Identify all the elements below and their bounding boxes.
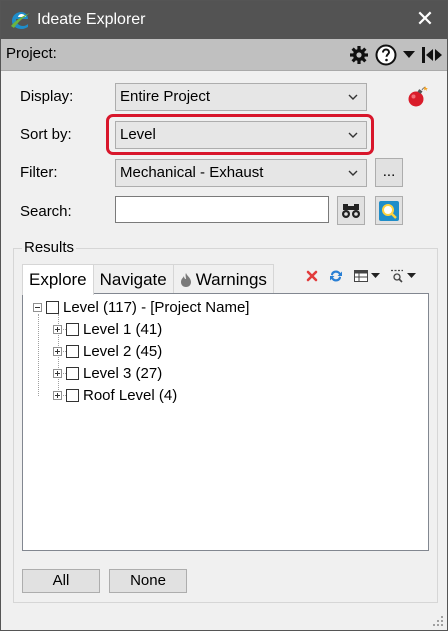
filter-dropdown[interactable]: Mechanical - Exhaust — [115, 159, 367, 187]
collapse-icon[interactable] — [33, 302, 42, 312]
tree-node-checkbox[interactable] — [66, 322, 79, 336]
chevron-down-icon — [348, 170, 358, 176]
tab-explore-label: Explore — [29, 270, 87, 289]
tab-navigate[interactable]: Navigate — [92, 264, 174, 294]
zoom-to-button[interactable] — [375, 196, 403, 225]
tree-node-label: Level 1 (41) — [83, 320, 163, 338]
filter-value: Mechanical - Exhaust — [120, 164, 264, 181]
refresh-button[interactable] — [328, 268, 344, 284]
expand-icon[interactable] — [53, 390, 62, 400]
tree-node-checkbox[interactable] — [66, 344, 79, 358]
expand-icon[interactable] — [53, 368, 62, 378]
results-tree[interactable]: Level (117) - [Project Name] Level 1 (41… — [22, 293, 429, 551]
select-all-button[interactable]: All — [22, 569, 100, 593]
tree-node-label: Level (117) - [Project Name] — [63, 298, 250, 316]
caret-down-icon — [403, 51, 415, 58]
ideate-logo-icon — [9, 9, 31, 31]
title-bar: Ideate Explorer ✕ — [1, 1, 447, 39]
tab-navigate-label: Navigate — [99, 269, 167, 289]
clear-results-button[interactable] — [306, 270, 318, 282]
root-checkbox[interactable] — [46, 300, 59, 314]
tab-warnings-label: Warnings — [195, 269, 267, 289]
select-none-button[interactable]: None — [109, 569, 187, 593]
collapse-panel-button[interactable] — [421, 45, 443, 65]
filter-options-label: ... — [382, 163, 396, 180]
table-view-icon — [354, 270, 368, 282]
display-dropdown[interactable]: Entire Project — [115, 83, 367, 111]
display-value: Entire Project — [120, 88, 211, 105]
tree-node-checkbox[interactable] — [66, 366, 79, 380]
results-title: Results — [22, 239, 77, 256]
sort-by-highlight — [106, 114, 374, 155]
expand-icon[interactable] — [53, 324, 62, 334]
tree-node-level-1[interactable]: Level 1 (41) — [53, 320, 162, 338]
search-filter-icon — [391, 269, 403, 283]
filter-options-button[interactable]: ... — [375, 158, 403, 187]
display-label: Display: — [20, 88, 74, 105]
project-label: Project: — [6, 45, 57, 62]
search-label: Search: — [20, 203, 72, 220]
help-icon — [375, 44, 397, 66]
expand-icon[interactable] — [53, 346, 62, 356]
tab-warnings[interactable]: Warnings — [172, 264, 274, 294]
filter-label: Filter: — [20, 164, 58, 181]
tree-node-level-2[interactable]: Level 2 (45) — [53, 342, 162, 360]
collapse-panel-icon — [422, 47, 442, 63]
tree-node-checkbox[interactable] — [66, 388, 79, 402]
refresh-icon — [330, 270, 342, 282]
delete-x-icon — [306, 270, 318, 282]
tree-node-root[interactable]: Level (117) - [Project Name] — [33, 298, 249, 316]
zoom-search-icon — [379, 201, 399, 221]
caret-down-icon — [407, 273, 416, 278]
project-toolbar — [349, 42, 443, 68]
fire-icon — [180, 272, 191, 287]
window-title: Ideate Explorer — [37, 11, 146, 28]
resize-grip-icon[interactable] — [432, 615, 444, 627]
settings-button[interactable] — [349, 45, 369, 65]
tab-explore[interactable]: Explore — [22, 264, 94, 295]
gear-icon — [350, 46, 368, 64]
tree-node-label: Level 3 (27) — [83, 364, 163, 382]
help-button[interactable] — [375, 44, 397, 66]
project-bar: Project: — [1, 39, 447, 71]
chevron-down-icon — [348, 94, 358, 100]
select-all-label: All — [52, 572, 70, 589]
tree-node-roof-level[interactable]: Roof Level (4) — [53, 386, 177, 404]
tree-node-label: Level 2 (45) — [83, 342, 163, 360]
view-options-button[interactable] — [354, 270, 380, 282]
close-icon: ✕ — [415, 6, 435, 31]
caret-down-icon — [371, 273, 380, 278]
filter-options-menu-button[interactable] — [390, 269, 416, 283]
sort-by-label: Sort by: — [20, 126, 72, 143]
binoculars-icon — [342, 204, 360, 218]
help-dropdown-button[interactable] — [403, 51, 415, 59]
results-toolbar — [306, 266, 416, 286]
find-button[interactable] — [337, 196, 365, 225]
select-none-label: None — [130, 572, 166, 589]
ideate-explorer-window: Ideate Explorer ✕ Project: Display: Enti… — [0, 0, 448, 631]
results-tabs: Explore Navigate Warnings — [22, 264, 274, 295]
search-input[interactable] — [115, 196, 329, 223]
tree-node-label: Roof Level (4) — [83, 386, 178, 404]
tree-node-level-3[interactable]: Level 3 (27) — [53, 364, 162, 382]
close-button[interactable]: ✕ — [413, 7, 437, 31]
bomb-icon[interactable] — [405, 85, 429, 113]
